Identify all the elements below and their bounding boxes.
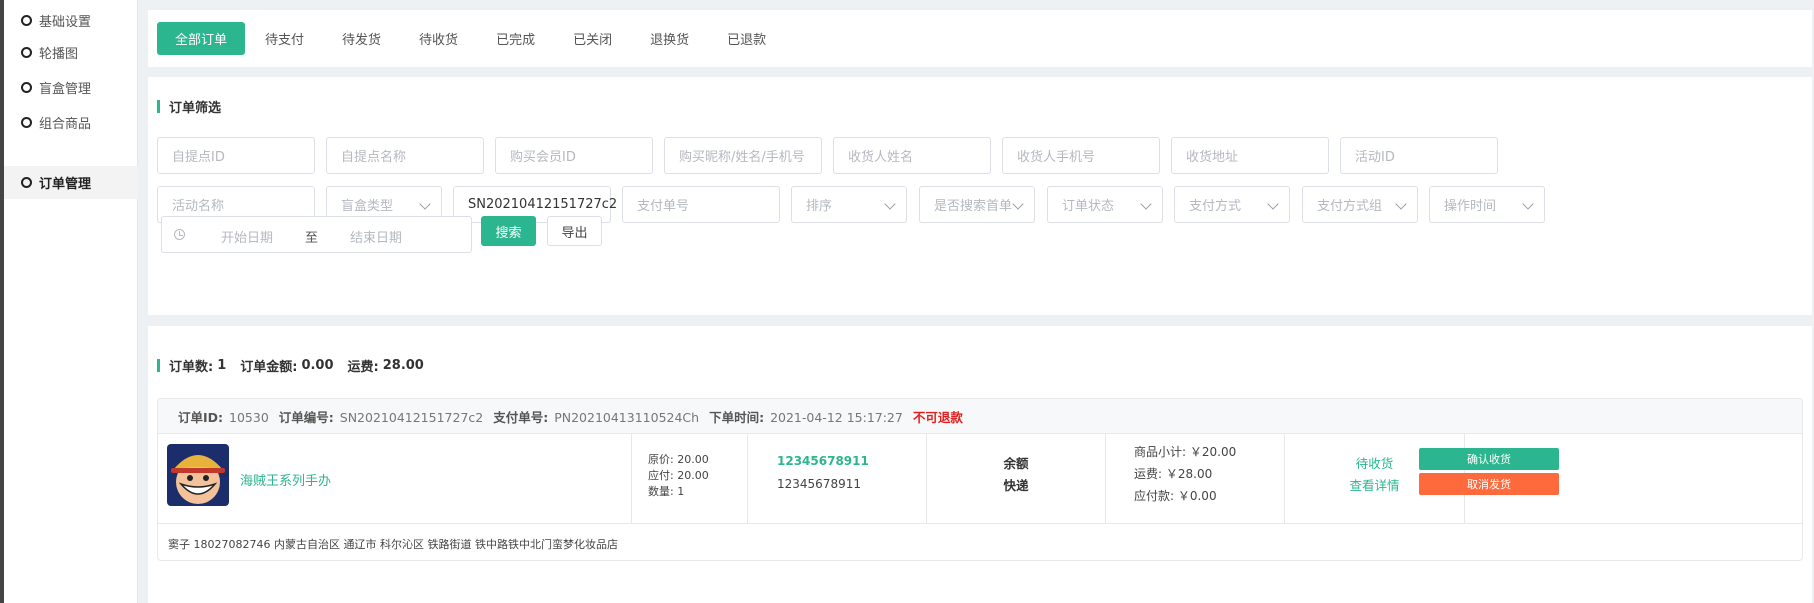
buyer-search-input[interactable]: 购买昵称/姓名/手机号 (664, 137, 822, 174)
chevron-down-icon (1140, 198, 1152, 210)
tab-closed[interactable]: 已关闭 (555, 22, 630, 55)
clock-icon (174, 229, 185, 240)
sidebar-item-bundle[interactable]: 组合商品 (4, 102, 138, 142)
circle-icon (21, 81, 32, 93)
order-tabs: 全部订单 待支付 待发货 待收货 已完成 已关闭 退换货 已退款 (148, 10, 1812, 67)
order-summary: 订单数: 1 订单金额: 0.00 运费: 28.00 (157, 356, 424, 375)
receiver-phone-input[interactable]: 收货人手机号 (1002, 137, 1160, 174)
cancel-shipment-button[interactable]: 取消发货 (1419, 473, 1559, 495)
tab-pending-shipment[interactable]: 待发货 (324, 22, 399, 55)
goods-cell: 海贼王系列手办 (158, 434, 632, 524)
order-row: 海贼王系列手办 原价: 20.00 应付: 20.00 数量: 1 123456… (158, 434, 1802, 524)
amount-cell: 商品小计: ￥20.00 运费: ￥28.00 应付款: ￥0.00 (1106, 434, 1285, 524)
pay-method-select[interactable]: 支付方式 (1174, 186, 1290, 223)
pickup-id-input[interactable]: 自提点ID (157, 137, 315, 174)
receiver-name-input[interactable]: 收货人姓名 (833, 137, 991, 174)
chevron-down-icon (1267, 198, 1279, 210)
tab-pending-receipt[interactable]: 待收货 (401, 22, 476, 55)
tab-all[interactable]: 全部订单 (157, 22, 246, 55)
tab-refunded[interactable]: 已退款 (709, 22, 784, 55)
refund-flag: 不可退款 (912, 409, 963, 425)
tab-pending-payment[interactable]: 待支付 (247, 22, 322, 55)
sidebar-item-label: 基础设置 (39, 14, 92, 30)
sidebar-item-label: 轮播图 (39, 46, 79, 62)
pickup-name-input[interactable]: 自提点名称 (326, 137, 484, 174)
sidebar-item-label: 订单管理 (39, 177, 92, 192)
operation-time-select[interactable]: 操作时间 (1429, 186, 1545, 223)
order-list: 订单数: 1 订单金额: 0.00 运费: 28.00 订单ID: 10530 订单编… (148, 326, 1812, 603)
order-header: 订单ID: 10530 订单编号: SN20210412151727c2 支付单… (158, 399, 1802, 434)
circle-icon (21, 14, 32, 26)
tab-completed[interactable]: 已完成 (478, 22, 553, 55)
goods-thumbnail[interactable] (167, 444, 229, 506)
buyer-phone-link[interactable]: 12345678911 (777, 454, 869, 468)
circle-icon (21, 46, 32, 58)
sidebar-item-label: 盲盒管理 (39, 81, 92, 97)
sidebar-item-orders[interactable]: 订单管理 (4, 166, 138, 199)
shipping-address: 窦子 18027082746 内蒙古自治区 通辽市 科尔沁区 铁路街道 铁中路铁… (168, 538, 618, 551)
sidebar-item-blindbox[interactable]: 盲盒管理 (4, 67, 138, 107)
sidebar-item-banner[interactable]: 轮播图 (4, 32, 138, 72)
end-date-input[interactable]: 结束日期 (350, 227, 402, 246)
tab-returns[interactable]: 退换货 (632, 22, 707, 55)
goods-name-link[interactable]: 海贼王系列手办 (240, 470, 331, 489)
filter-panel: 订单筛选 自提点ID 自提点名称 购买会员ID 购买昵称/姓名/手机号 收货人姓… (148, 77, 1812, 315)
main-content: 全部订单 待支付 待发货 待收货 已完成 已关闭 退换货 已退款 订单筛选 自提… (146, 0, 1814, 603)
pay-group-select[interactable]: 支付方式组 (1302, 186, 1418, 223)
pay-no-input[interactable]: 支付单号 (622, 186, 780, 223)
order-card: 订单ID: 10530 订单编号: SN20210412151727c2 支付单… (157, 398, 1803, 561)
payment-cell: 余额 快递 (927, 434, 1106, 524)
filter-title: 订单筛选 (157, 97, 221, 116)
chevron-down-icon (1012, 198, 1024, 210)
date-range-picker[interactable]: 开始日期 至 结束日期 (161, 216, 472, 253)
buyer-cell: 12345678911 12345678911 (748, 434, 927, 524)
confirm-receipt-button[interactable]: 确认收货 (1419, 448, 1559, 470)
member-id-input[interactable]: 购买会员ID (495, 137, 653, 174)
sidebar: 基础设置 轮播图 盲盒管理 组合商品 订单管理 (4, 0, 138, 603)
price-cell: 原价: 20.00 应付: 20.00 数量: 1 (632, 434, 748, 524)
order-status-select[interactable]: 订单状态 (1047, 186, 1163, 223)
circle-icon (21, 177, 32, 188)
search-button[interactable]: 搜索 (481, 216, 536, 246)
date-separator: 至 (305, 231, 319, 246)
chevron-down-icon (419, 198, 431, 210)
export-button[interactable]: 导出 (547, 216, 602, 246)
chevron-down-icon (1522, 198, 1534, 210)
chevron-down-icon (884, 198, 896, 210)
activity-id-input[interactable]: 活动ID (1340, 137, 1498, 174)
sort-select[interactable]: 排序 (791, 186, 907, 223)
start-date-input[interactable]: 开始日期 (221, 227, 273, 246)
circle-icon (21, 116, 32, 128)
sidebar-item-label: 组合商品 (39, 116, 92, 132)
chevron-down-icon (1395, 198, 1407, 210)
first-order-select[interactable]: 是否搜索首单 (919, 186, 1035, 223)
receiver-phone: 12345678911 (777, 477, 861, 491)
address-input[interactable]: 收货地址 (1171, 137, 1329, 174)
